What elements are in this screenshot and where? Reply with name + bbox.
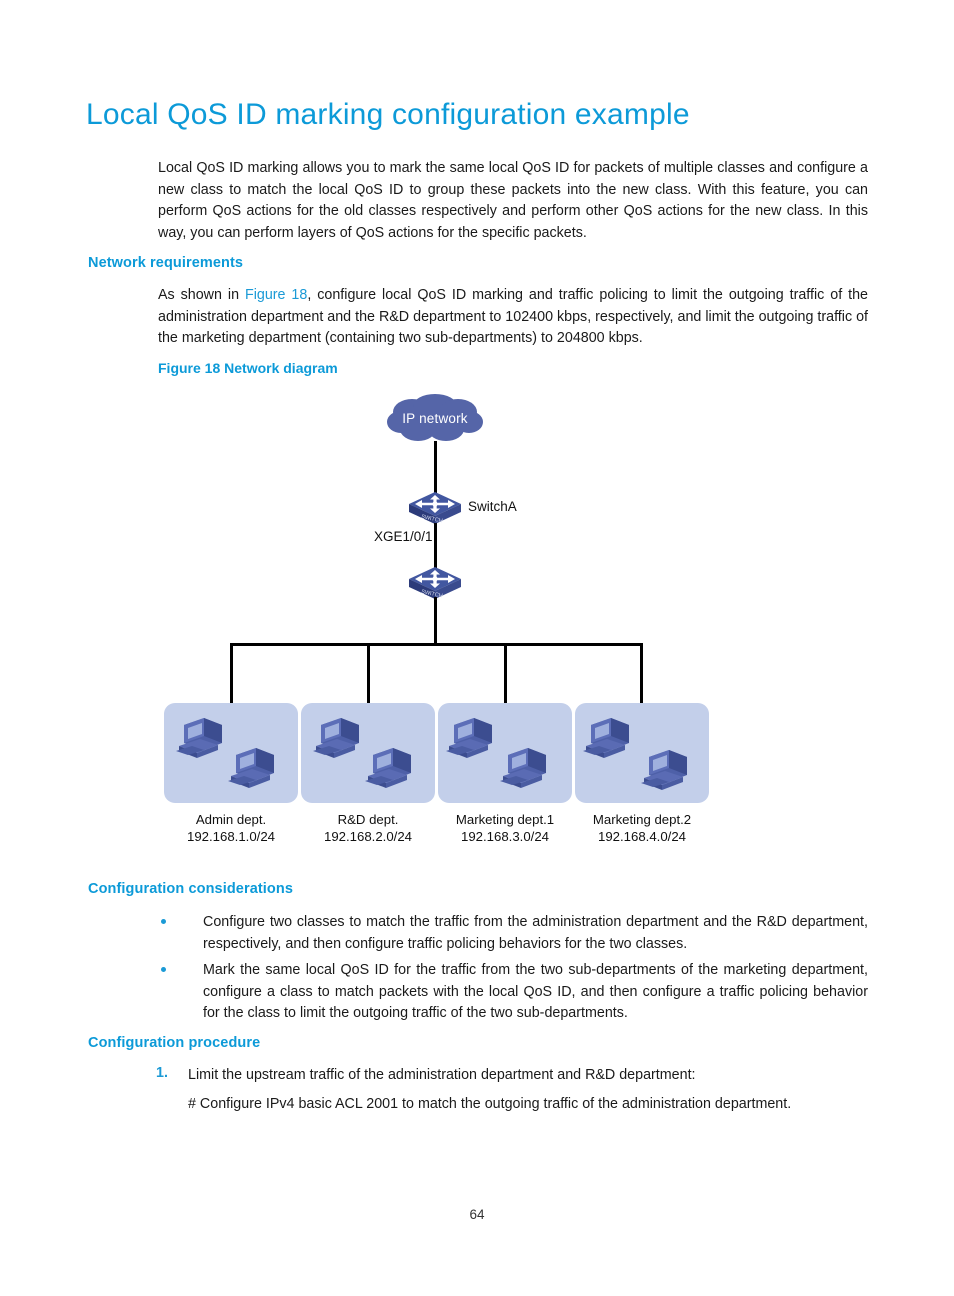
pc-icon bbox=[226, 743, 284, 793]
link-switch-a-to-switch-b bbox=[434, 523, 437, 568]
dept-subnet: 192.168.4.0/24 bbox=[598, 828, 686, 844]
interface-label: XGE1/0/1 bbox=[374, 529, 433, 544]
dept-name: Marketing dept.2 bbox=[592, 812, 692, 827]
pc-icon bbox=[498, 743, 556, 793]
computer-icon bbox=[446, 718, 492, 758]
ip-network-cloud: IP network bbox=[385, 392, 485, 444]
figure-caption: Figure 18 Network diagram bbox=[158, 360, 338, 376]
dept-label-marketing-2: Marketing dept.2 192.168.4.0/24 bbox=[557, 812, 727, 845]
pc-icon bbox=[639, 745, 697, 795]
link-switch-b-trunk bbox=[434, 597, 437, 645]
step-number: 1. bbox=[156, 1065, 168, 1081]
page-number: 64 bbox=[469, 1207, 485, 1222]
step-text: Limit the upstream traffic of the admini… bbox=[188, 1067, 696, 1083]
bullet-dot-icon bbox=[161, 967, 166, 972]
dept-box-marketing-2 bbox=[575, 703, 709, 803]
computer-icon bbox=[500, 748, 546, 788]
network-requirements-paragraph: As shown in Figure 18, configure local Q… bbox=[158, 285, 868, 350]
bullet-text: Configure two classes to match the traff… bbox=[203, 914, 868, 952]
computer-icon bbox=[176, 718, 222, 758]
dept-box-admin bbox=[164, 703, 298, 803]
computer-icon bbox=[641, 750, 687, 790]
computer-icon bbox=[313, 718, 359, 758]
pc-icon bbox=[174, 713, 232, 763]
link-drop-admin bbox=[230, 643, 233, 705]
req-text-before: As shown in bbox=[158, 287, 245, 303]
network-diagram: IP network SWITCH SwitchA XGE1/0/1 SWITC… bbox=[120, 385, 840, 855]
computer-icon bbox=[365, 748, 411, 788]
link-cloud-to-switch-a bbox=[434, 441, 437, 494]
heading-network-requirements: Network requirements bbox=[88, 255, 244, 271]
computer-icon bbox=[583, 718, 629, 758]
heading-configuration-considerations: Configuration considerations bbox=[88, 881, 293, 897]
link-distribution-bus bbox=[230, 643, 643, 646]
pc-icon bbox=[444, 713, 502, 763]
pc-icon bbox=[363, 743, 421, 793]
procedure-step-1: 1. Limit the upstream traffic of the adm… bbox=[156, 1065, 868, 1087]
bullet-dot-icon bbox=[161, 919, 166, 924]
pc-icon bbox=[581, 713, 639, 763]
cloud-label: IP network bbox=[402, 410, 468, 426]
figure-18-crossref-link[interactable]: Figure 18 bbox=[245, 287, 307, 303]
intro-paragraph: Local QoS ID marking allows you to mark … bbox=[158, 160, 868, 241]
heading-configuration-procedure: Configuration procedure bbox=[88, 1035, 261, 1051]
dept-box-marketing-1 bbox=[438, 703, 572, 803]
computer-icon bbox=[228, 748, 274, 788]
link-drop-rd bbox=[367, 643, 370, 705]
consideration-bullet-1: Configure two classes to match the traff… bbox=[158, 912, 868, 955]
dept-box-rd bbox=[301, 703, 435, 803]
page-title: Local QoS ID marking configuration examp… bbox=[86, 98, 690, 131]
link-drop-marketing-2 bbox=[640, 643, 643, 705]
consideration-bullet-2: Mark the same local QoS ID for the traff… bbox=[158, 960, 868, 1025]
link-drop-marketing-1 bbox=[504, 643, 507, 705]
switch-a-label: SwitchA bbox=[468, 499, 517, 514]
procedure-step-1-comment: # Configure IPv4 basic ACL 2001 to match… bbox=[188, 1096, 792, 1112]
bullet-text: Mark the same local QoS ID for the traff… bbox=[203, 962, 868, 1021]
pc-icon bbox=[311, 713, 369, 763]
document-page: Local QoS ID marking configuration examp… bbox=[0, 0, 954, 1296]
